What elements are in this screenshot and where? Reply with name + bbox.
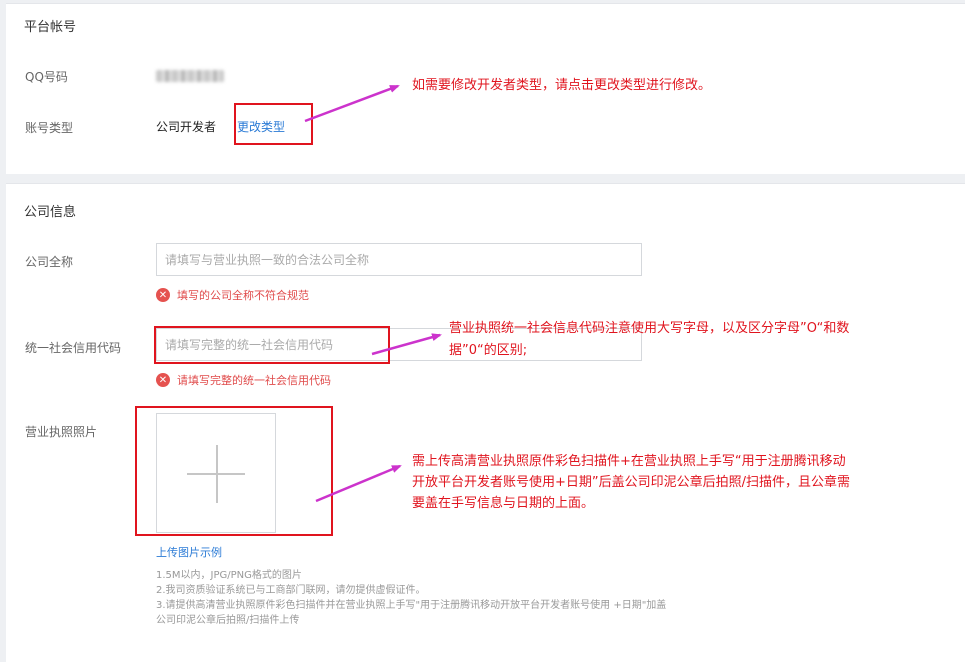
upload-hint-3: 3.请提供高清营业执照原件彩色扫描件并在营业执照上手写"用于注册腾讯移动开放平台…: [156, 600, 667, 611]
company-fullname-label: 公司全称: [25, 255, 74, 269]
account-type-label: 账号类型: [25, 121, 74, 135]
annotation-change-type-note: 如需要修改开发者类型，请点击更改类型进行修改。: [412, 78, 712, 93]
annotation-credit-code-note-1: 营业执照统一社会信息代码注意使用大写字母，以及区分字母”O“和数: [449, 321, 850, 336]
annotation-license-note-1: 需上传高清营业执照原件彩色扫描件+在营业执照上手写“用于注册腾讯移动: [412, 454, 846, 469]
annotation-license-note-3: 要盖在手写信息与日期的上面。: [412, 496, 595, 511]
upload-example-link[interactable]: 上传图片示例: [156, 544, 222, 560]
error-x-icon: ✕: [156, 373, 170, 387]
credit-code-label: 统一社会信用代码: [25, 341, 122, 355]
change-type-link[interactable]: 更改类型: [237, 118, 285, 135]
annotation-license-note-2: 开放平台开发者账号使用+日期”后盖公司印泥公章后拍照/扫描件，且公章需: [412, 475, 851, 490]
section-title-company-info: 公司信息: [24, 205, 77, 220]
credit-code-error: ✕ 请填写完整的统一社会信用代码: [156, 372, 331, 388]
business-license-label: 营业执照照片: [25, 425, 98, 439]
plus-icon-vertical: [216, 445, 218, 503]
upload-hint-1: 1.5M以内，JPG/PNG格式的图片: [156, 570, 302, 581]
company-info-panel: 公司信息 公司全称 ✕ 填写的公司全称不符合规范 统一社会信用代码 ✕ 请填写完…: [6, 183, 965, 662]
company-fullname-input[interactable]: [156, 243, 642, 276]
qq-number-value-blurred: [156, 70, 224, 82]
upload-hint-4: 公司印泥公章后拍照/扫描件上传: [156, 615, 300, 626]
company-fullname-error: ✕ 填写的公司全称不符合规范: [156, 287, 309, 303]
upload-hint-2: 2.我司资质验证系统已与工商部门联网，请勿提供虚假证件。: [156, 585, 426, 596]
section-title-platform-account: 平台帐号: [24, 20, 77, 35]
credit-code-error-text: 请填写完整的统一社会信用代码: [177, 374, 331, 387]
annotation-credit-code-note-2: 据”0“的区别;: [449, 343, 528, 358]
account-type-value: 公司开发者: [156, 120, 217, 134]
company-fullname-error-text: 填写的公司全称不符合规范: [177, 289, 309, 302]
error-x-icon: ✕: [156, 288, 170, 302]
qq-number-label: QQ号码: [25, 70, 68, 84]
license-upload-box[interactable]: [156, 413, 276, 533]
